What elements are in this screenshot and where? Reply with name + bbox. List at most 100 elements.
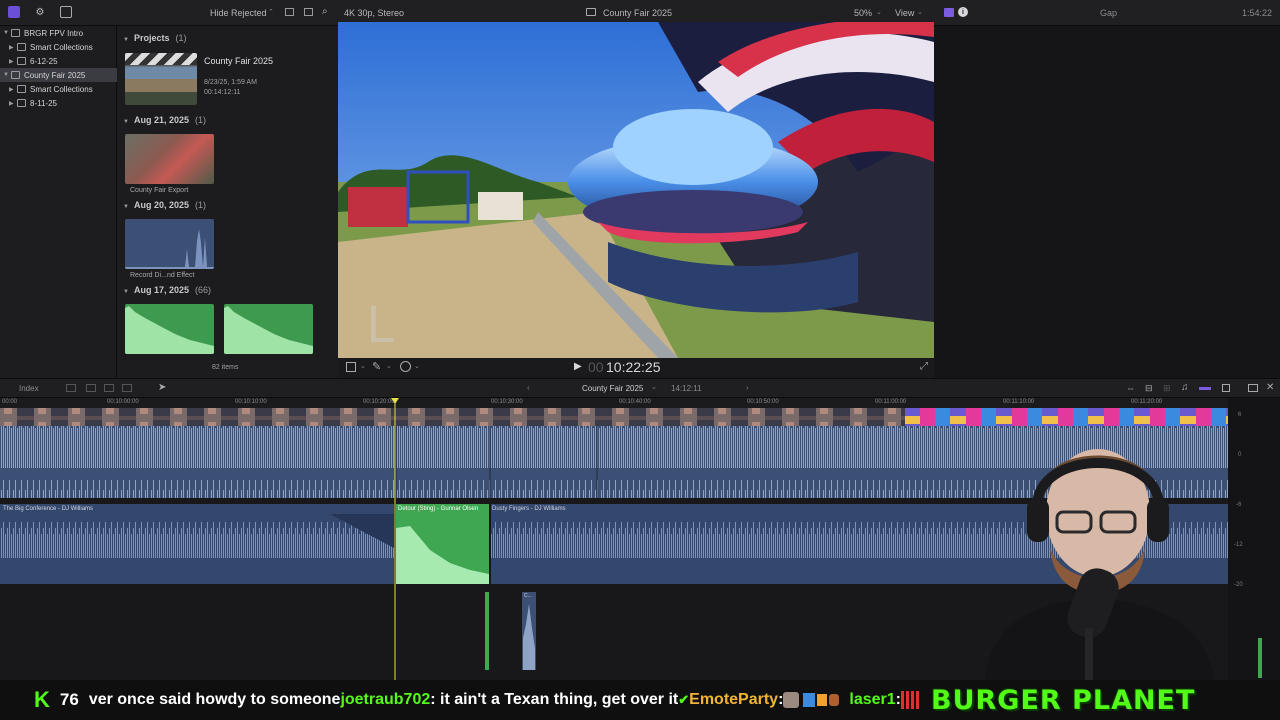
timeline[interactable]: 00:00 00:10:00:00 00:10:10:00 00:10:20:0… (0, 398, 1228, 680)
music-clip-label-dusty-fingers[interactable]: Dusty Fingers - DJ Williams (492, 506, 566, 512)
timeline-project-name[interactable]: County Fair 2025 (582, 384, 643, 393)
layout-icon[interactable] (1248, 384, 1258, 392)
titles-icon[interactable] (60, 6, 72, 18)
libraries-icon[interactable] (8, 6, 20, 18)
chat-username: EmoteParty (689, 691, 779, 708)
date-group-aug20[interactable]: ▼ Aug 20, 2025 (1) (123, 200, 206, 210)
clip-caption-export: County Fair Export (130, 187, 189, 194)
disclosure-icon[interactable]: ▶ (9, 100, 17, 107)
library-item-event-6-12[interactable]: ▶ 6-12-25 (0, 54, 117, 68)
append-clip-icon[interactable] (104, 384, 114, 392)
library-item-event-8-11[interactable]: ▶ 8-11-25 (0, 96, 117, 110)
video-clip-filmstrip (0, 408, 905, 426)
transform-icon[interactable] (346, 362, 356, 372)
insert-clip-icon[interactable] (86, 384, 96, 392)
stream-chat-ticker: K 76 ver once said howdy to someone joet… (0, 680, 1280, 720)
event-icon (17, 57, 26, 65)
disclosure-icon[interactable]: ▼ (123, 204, 129, 210)
library-item-smart-collections-2[interactable]: ▶ Smart Collections (0, 82, 117, 96)
enhance-chevron-icon[interactable]: ⌄ (386, 362, 392, 370)
viewer-frame[interactable]: L (338, 22, 934, 358)
back-arrow-icon[interactable]: ‹ (527, 383, 530, 392)
burger-planet-banner: BURGER PLANET (930, 684, 1196, 716)
emote-burger-icon (829, 694, 840, 706)
headphones-icon[interactable]: ♫ (1181, 382, 1189, 393)
list-view-icon[interactable] (304, 8, 313, 16)
filmstrip-view-icon[interactable] (285, 8, 294, 16)
emote-grid-icon (900, 691, 919, 709)
date-group-aug17[interactable]: ▼ Aug 17, 2025 (66) (123, 285, 211, 295)
project-thumbnail[interactable] (125, 53, 197, 105)
disclosure-icon[interactable]: ▼ (123, 37, 129, 43)
zoom-menu[interactable]: 50% (854, 8, 872, 18)
emote-cube-icon (817, 694, 828, 706)
connect-clip-icon[interactable] (66, 384, 76, 392)
music-clip-label-detour[interactable]: Detour (Sting) - Gunnar Olsen (398, 506, 478, 512)
view-menu[interactable]: View (895, 8, 914, 18)
disclosure-icon[interactable]: ▼ (3, 72, 11, 78)
projects-section-header[interactable]: ▼ Projects (1) (123, 33, 186, 43)
project-name[interactable]: County Fair 2025 (204, 56, 273, 66)
speed-chevron-icon[interactable]: ⌄ (414, 362, 420, 370)
clip-appearance-icon[interactable]: ⇔ (1126, 383, 1135, 393)
speed-gauge-icon[interactable] (400, 361, 411, 372)
search-icon[interactable]: ⌕ (322, 6, 328, 17)
enhance-wand-icon[interactable]: ✎ (372, 360, 381, 373)
disclosure-icon[interactable]: ▶ (9, 58, 17, 65)
fullscreen-icon[interactable]: ⤢ (920, 361, 928, 372)
filter-chevron-icon[interactable]: ⌃ (268, 8, 274, 16)
zoom-chevron-icon[interactable]: ⌄ (876, 8, 882, 16)
timecode-display[interactable]: 10:22:25 (606, 359, 661, 375)
inspector-panel (934, 26, 1280, 378)
inspector-toggle-icon[interactable] (944, 8, 954, 17)
view-chevron-icon[interactable]: ⌄ (917, 8, 923, 16)
index-button[interactable]: Index (19, 384, 39, 393)
date-group-aug21[interactable]: ▼ Aug 21, 2025 (1) (123, 115, 206, 125)
timeline-toolbar: Index ➤ ‹ County Fair 2025 ⌄ 14:12:11 › … (0, 378, 1280, 398)
chat-text: : it ain't a Texan thing, get over it (430, 691, 679, 708)
inspector-title: Gap (1100, 8, 1118, 18)
library-item-brgr[interactable]: ▼ BRGR FPV Intro (0, 26, 117, 40)
disclosure-icon[interactable]: ▼ (3, 30, 11, 36)
timeline-duration: 14:12:11 (671, 384, 702, 393)
audio-meter: 6 0 -6 -12 -20 (1228, 398, 1280, 680)
viewer-controls: ⌄ ✎ ⌄ ⌄ ▶ 00 10:22:25 ⤢ (338, 358, 934, 378)
clip-thumbnail-export[interactable] (125, 134, 214, 184)
zoom-out-icon[interactable]: ⊟ (1145, 383, 1153, 394)
photos-icon[interactable]: ⚙ (34, 6, 46, 18)
skimming-icon[interactable] (1199, 387, 1211, 390)
chat-text: ver once said howdy to someone (88, 691, 341, 708)
disclosure-icon[interactable]: ▶ (9, 86, 17, 93)
library-sidebar: ▼ BRGR FPV Intro ▶ Smart Collections ▶ 6-12… (0, 26, 117, 378)
overwrite-clip-icon[interactable] (122, 384, 132, 392)
disclosure-icon[interactable]: ▶ (9, 44, 17, 51)
event-browser: ▼ Projects (1) County Fair 2025 8/23/25, 1… (117, 26, 338, 378)
clip-settings-icon[interactable] (1222, 384, 1230, 392)
play-icon[interactable]: ▶ (574, 361, 582, 372)
select-tool-icon[interactable]: ➤ (158, 382, 166, 393)
disclosure-icon[interactable]: ▼ (123, 119, 129, 125)
transform-chevron-icon[interactable]: ⌄ (360, 362, 366, 370)
audio-waveform-icon (125, 229, 214, 269)
library-icon (11, 29, 20, 37)
clip-thumbnail-record[interactable] (125, 219, 214, 269)
info-icon[interactable]: i (958, 7, 968, 17)
library-item-smart-collections[interactable]: ▶ Smart Collections (0, 40, 117, 54)
meter-bar-left (1258, 638, 1262, 678)
chat-username: joetraub702 (340, 691, 431, 708)
zoom-in-icon[interactable]: ⊞ (1163, 383, 1171, 394)
clip-thumbnail-audio-2[interactable] (224, 304, 313, 354)
music-clip-label-big-conference[interactable]: The Big Conference - DJ Williams (3, 506, 93, 512)
close-timeline-icon[interactable]: ✕ (1266, 382, 1274, 393)
hide-rejected-filter[interactable]: Hide Rejected (210, 8, 267, 18)
disclosure-icon[interactable]: ▼ (123, 289, 129, 295)
project-duration: 00:14:12:11 (204, 89, 241, 96)
clip-thumbnail-audio-1[interactable] (125, 304, 214, 354)
library-item-county-fair[interactable]: ▼ County Fair 2025 (0, 68, 117, 82)
forward-arrow-icon[interactable]: › (746, 383, 749, 392)
project-chevron-icon[interactable]: ⌄ (651, 383, 657, 391)
sfx-clip-label[interactable]: C... (524, 593, 532, 599)
item-count: 82 items (212, 364, 239, 371)
clip-caption-record: Record Di...nd Effect (130, 272, 195, 279)
viewer-count: 76 (59, 690, 79, 709)
